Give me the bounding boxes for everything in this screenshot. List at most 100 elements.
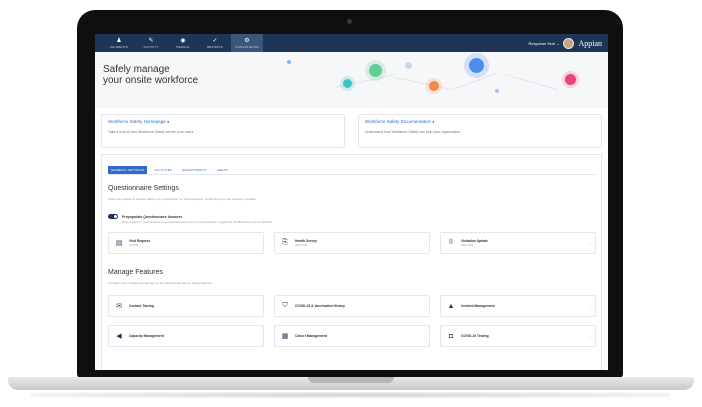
decor-bubble-blue bbox=[469, 58, 484, 73]
chat-bubbles-icon: ✉ bbox=[116, 303, 122, 310]
documentation-link-title[interactable]: Workforce Safety Documentation ● bbox=[365, 119, 595, 124]
globe-icon: ◉ bbox=[180, 37, 186, 44]
person-icon: ♟ bbox=[116, 37, 122, 44]
visitation-update-card[interactable]: ⌷ Visitation Update INACTIVE › bbox=[440, 232, 596, 254]
card-title: Capacity Management bbox=[129, 334, 164, 338]
documentation-link-description: Understand how Workforce Safety can help… bbox=[365, 130, 461, 134]
camera-icon bbox=[347, 19, 352, 24]
manage-features-title: Manage Features bbox=[108, 269, 163, 276]
laptop-screen: ♟ INCIDENTS ✎ ACTIVITY ◉ PEOPLE ✓ REPORT… bbox=[95, 34, 608, 370]
hero-title-line2: your onsite workforce bbox=[103, 75, 199, 86]
nav-user-area: Response Hub ⌄ Appian bbox=[529, 37, 609, 49]
card-title: Visitation Update bbox=[461, 239, 488, 243]
prepopulate-toggle-label: Prepopulate Questionnaire Answers bbox=[122, 214, 183, 219]
card-title: COVID-19 & Vaccination History bbox=[295, 304, 346, 308]
nav-tab-reports[interactable]: ✓ REPORTS bbox=[199, 34, 231, 52]
decor-dot bbox=[287, 60, 291, 64]
chevron-right-icon: › bbox=[589, 304, 591, 309]
card-title: Visit Request bbox=[129, 239, 150, 243]
chevron-right-icon: › bbox=[257, 241, 259, 246]
decor-bubble-green bbox=[369, 64, 382, 77]
nav-tab-label: PEOPLE bbox=[176, 44, 190, 49]
decor-bubble-orange bbox=[429, 81, 439, 91]
tab-general-settings[interactable]: GENERAL SETTINGS bbox=[108, 166, 148, 174]
warning-icon: ▲ bbox=[447, 302, 455, 310]
incident-management-card[interactable]: ▲ Incident Management › bbox=[440, 295, 596, 317]
chevron-right-icon: › bbox=[589, 241, 591, 246]
appian-logo: Appian bbox=[578, 38, 602, 48]
health-survey-card[interactable]: ⎘ Health Survey INACTIVE › bbox=[274, 232, 430, 254]
card-status: ACTIVE bbox=[129, 244, 139, 247]
settings-tabs: GENERAL SETTINGS FACILITIES DEPARTMENTS … bbox=[108, 166, 231, 174]
questionnaire-settings-subtitle: Select the questions needed within your … bbox=[108, 197, 257, 201]
decor-bubble-teal bbox=[343, 79, 352, 88]
prepopulate-toggle-row: Prepopulate Questionnaire Answers bbox=[108, 214, 182, 219]
laptop-mockup: ♟ INCIDENTS ✎ ACTIVITY ◉ PEOPLE ✓ REPORT… bbox=[0, 0, 702, 407]
site-selector[interactable]: Response Hub ⌄ bbox=[529, 41, 560, 46]
homepage-link-description: Take a look at how Workforce Safety serv… bbox=[108, 130, 194, 134]
covid-testing-card[interactable]: ◘ COVID-19 Testing › bbox=[440, 325, 596, 347]
document-icon: ▤ bbox=[115, 240, 123, 247]
gear-icon: ⚙ bbox=[244, 37, 250, 44]
questionnaire-settings-title: Questionnaire Settings bbox=[108, 185, 179, 192]
chevron-right-icon: › bbox=[423, 241, 425, 246]
chevron-right-icon: › bbox=[257, 304, 259, 309]
homepage-link-title[interactable]: Workforce Safety Homepage ● bbox=[108, 119, 338, 124]
visit-request-card[interactable]: ▤ Visit Request ACTIVE › bbox=[108, 232, 264, 254]
decor-line bbox=[504, 74, 559, 91]
decor-line bbox=[454, 72, 498, 89]
bed-icon: ⌷ bbox=[448, 239, 454, 246]
hero-banner: Safely manage your onsite workforce bbox=[95, 52, 608, 108]
nav-tab-incidents[interactable]: ♟ INCIDENTS bbox=[103, 34, 135, 52]
settings-panel: GENERAL SETTINGS FACILITIES DEPARTMENTS … bbox=[101, 154, 602, 370]
decor-dot bbox=[495, 89, 499, 93]
chevron-right-icon: › bbox=[589, 334, 591, 339]
nav-tab-consolidate[interactable]: ⚙ CONSOLIDATE bbox=[231, 34, 263, 52]
chevron-right-icon: › bbox=[257, 334, 259, 339]
tab-facilities[interactable]: FACILITIES bbox=[151, 166, 175, 174]
chevron-right-icon: › bbox=[423, 304, 425, 309]
card-title: Cohort Management bbox=[295, 334, 327, 338]
nav-tab-label: REPORTS bbox=[207, 44, 223, 49]
card-title: COVID-19 Testing bbox=[461, 334, 489, 338]
hero-title-line1: Safely manage bbox=[103, 64, 170, 75]
card-title: Health Survey bbox=[295, 239, 317, 243]
decor-bubble-pink bbox=[565, 74, 576, 85]
chat-icon: ✎ bbox=[148, 37, 154, 44]
check-icon: ✓ bbox=[212, 37, 218, 44]
nav-tab-label: ACTIVITY bbox=[143, 44, 159, 49]
laptop-notch bbox=[308, 377, 394, 383]
card-status: INACTIVE bbox=[295, 244, 307, 247]
decor-dot bbox=[405, 62, 412, 69]
homepage-link-card[interactable]: Workforce Safety Homepage ● Take a look … bbox=[101, 114, 345, 148]
laptop-shadow bbox=[30, 392, 670, 398]
capacity-management-card[interactable]: ◀ Capacity Management › bbox=[108, 325, 264, 347]
nav-tab-label: CONSOLIDATE bbox=[235, 44, 259, 49]
nav-tab-activity[interactable]: ✎ ACTIVITY bbox=[135, 34, 167, 52]
vaccination-history-card[interactable]: ⛉ COVID-19 & Vaccination History › bbox=[274, 295, 430, 317]
top-navigation: ♟ INCIDENTS ✎ ACTIVITY ◉ PEOPLE ✓ REPORT… bbox=[95, 34, 608, 52]
help-icon: ● bbox=[166, 119, 170, 124]
nav-tab-label: INCIDENTS bbox=[110, 44, 128, 49]
clipboard-icon: ⎘ bbox=[282, 239, 288, 246]
chevron-right-icon: › bbox=[423, 334, 425, 339]
shield-icon: ⛉ bbox=[282, 302, 288, 309]
help-icon: ● bbox=[432, 119, 435, 124]
prepopulate-toggle-description: When toggled on, questionnaires are prep… bbox=[122, 221, 273, 224]
test-kit-icon: ◘ bbox=[448, 332, 454, 340]
avatar[interactable] bbox=[563, 37, 575, 49]
card-title: Incident Management bbox=[461, 304, 495, 308]
tab-departments[interactable]: DEPARTMENTS bbox=[179, 166, 210, 174]
laptop-bezel: ♟ INCIDENTS ✎ ACTIVITY ◉ PEOPLE ✓ REPORT… bbox=[77, 10, 623, 378]
contact-tracing-card[interactable]: ✉ Contact Tracing › bbox=[108, 295, 264, 317]
grid-icon: ▦ bbox=[281, 333, 289, 340]
tab-divider bbox=[108, 174, 597, 175]
prepopulate-toggle[interactable] bbox=[108, 214, 118, 219]
card-title: Contact Tracing bbox=[129, 304, 154, 308]
decor-line bbox=[394, 77, 454, 91]
documentation-link-card[interactable]: Workforce Safety Documentation ● Underst… bbox=[358, 114, 602, 148]
tab-areas[interactable]: AREAS bbox=[214, 166, 231, 174]
nav-tab-people[interactable]: ◉ PEOPLE bbox=[167, 34, 199, 52]
manage-features-subtitle: Configure and manage the settings for th… bbox=[108, 281, 213, 285]
cohort-management-card[interactable]: ▦ Cohort Management › bbox=[274, 325, 430, 347]
